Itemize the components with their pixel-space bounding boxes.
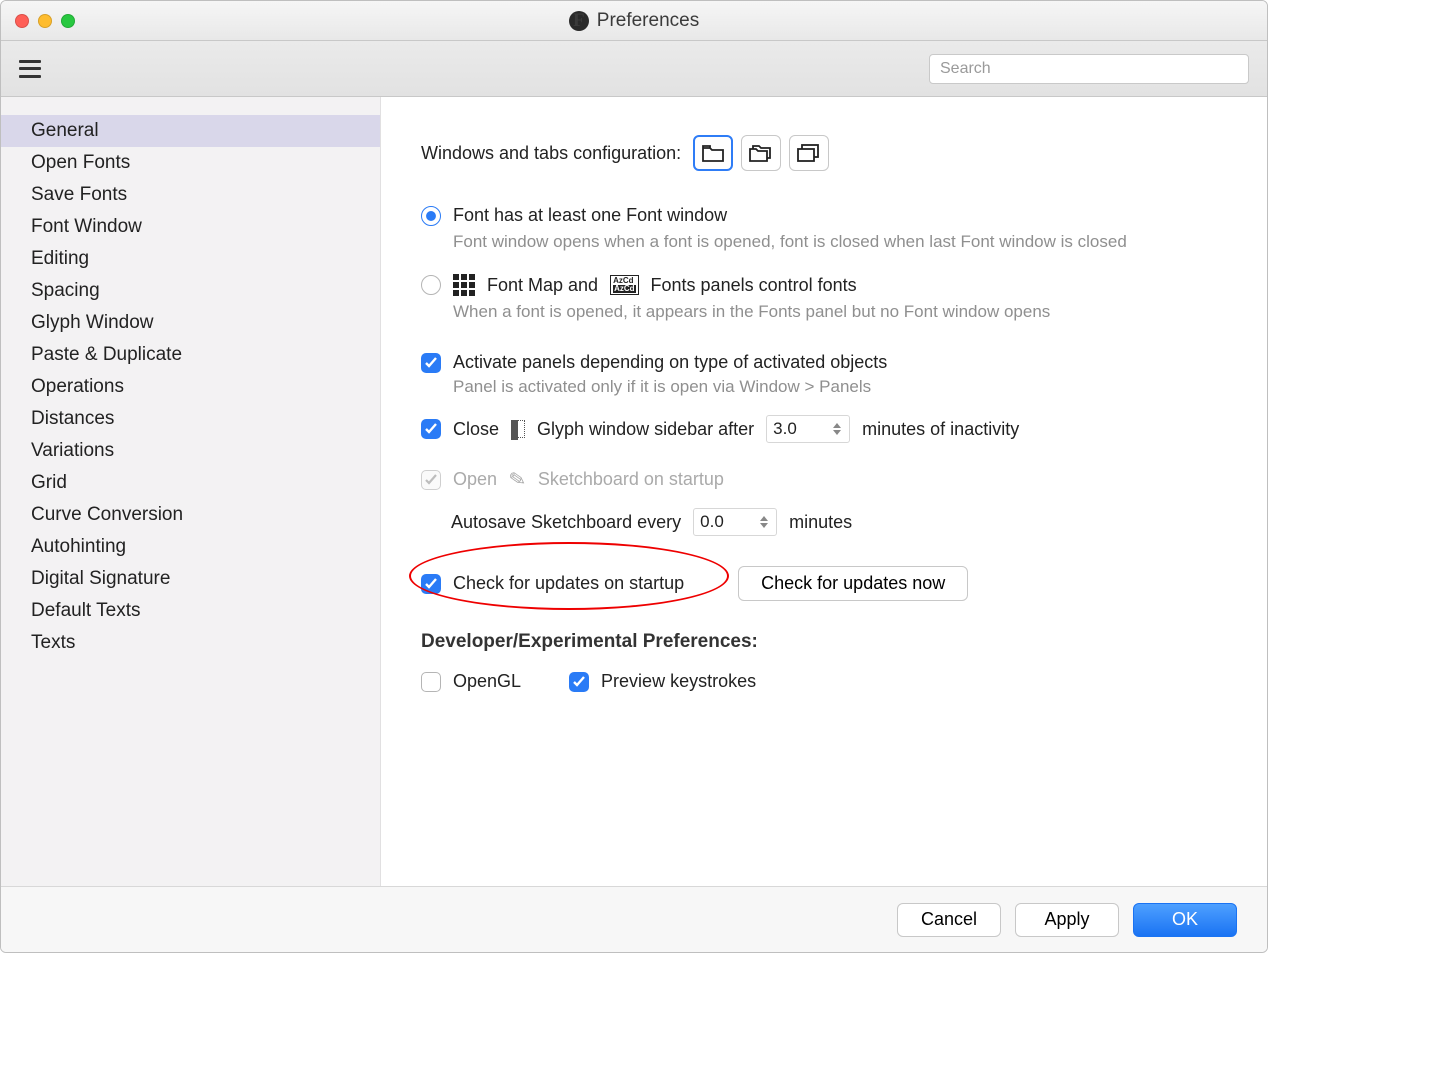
checkbox-open-sketchboard — [421, 470, 441, 490]
sidebar-item-curve-conversion[interactable]: Curve Conversion — [1, 499, 380, 531]
grid-icon — [453, 274, 475, 296]
open-sketchboard-post: Sketchboard on startup — [538, 469, 724, 490]
sidebar-item-distances[interactable]: Distances — [1, 403, 380, 435]
checkbox-check-updates-label: Check for updates on startup — [453, 573, 684, 594]
windows-icon — [797, 144, 821, 162]
folder-icon — [702, 144, 724, 162]
body: General Open Fonts Save Fonts Font Windo… — [1, 97, 1267, 886]
radio-font-window-label: Font has at least one Font window — [453, 205, 727, 226]
radio-fonts-panel[interactable] — [421, 275, 441, 295]
azcd-icon: AzCdAzCd — [610, 275, 638, 295]
sidebar: General Open Fonts Save Fonts Font Windo… — [1, 97, 381, 886]
stepper-icon[interactable] — [760, 511, 772, 533]
close-sidebar-post: minutes of inactivity — [862, 419, 1019, 440]
radio-font-window-desc: Font window opens when a font is opened,… — [453, 232, 1227, 252]
folders-icon — [749, 144, 773, 162]
pen-icon: ✎ — [507, 466, 528, 494]
autosave-pre: Autosave Sketchboard every — [451, 512, 681, 533]
menu-icon[interactable] — [19, 60, 41, 78]
windows-tabs-buttons — [693, 135, 829, 171]
app-icon: F — [569, 11, 589, 31]
radio-fonts-panel-desc: When a font is opened, it appears in the… — [453, 302, 1227, 322]
close-sidebar-mid: Glyph window sidebar after — [537, 419, 754, 440]
checkbox-activate-panels-label: Activate panels depending on type of act… — [453, 352, 887, 373]
radio-font-window[interactable] — [421, 206, 441, 226]
footer: Cancel Apply OK — [1, 886, 1267, 952]
check-updates-now-button[interactable]: Check for updates now — [738, 566, 968, 601]
autosave-post: minutes — [789, 512, 852, 533]
preferences-window: F Preferences General Open Fonts Save Fo… — [0, 0, 1268, 953]
sidebar-item-default-texts[interactable]: Default Texts — [1, 595, 380, 627]
sidebar-item-texts[interactable]: Texts — [1, 627, 380, 659]
sidebar-item-operations[interactable]: Operations — [1, 371, 380, 403]
sidebar-item-variations[interactable]: Variations — [1, 435, 380, 467]
checkbox-opengl-label: OpenGL — [453, 671, 521, 692]
radio-fonts-panel-label-a: Font Map and — [487, 275, 598, 296]
traffic-lights — [15, 14, 75, 28]
sidebar-item-glyph-window[interactable]: Glyph Window — [1, 307, 380, 339]
sidebar-item-spacing[interactable]: Spacing — [1, 275, 380, 307]
sidebar-item-open-fonts[interactable]: Open Fonts — [1, 147, 380, 179]
sidebar-item-digital-signature[interactable]: Digital Signature — [1, 563, 380, 595]
developer-preferences-header: Developer/Experimental Preferences: — [421, 631, 1227, 653]
sidebar-item-save-fonts[interactable]: Save Fonts — [1, 179, 380, 211]
sidebar-item-general[interactable]: General — [1, 115, 380, 147]
close-window-button[interactable] — [15, 14, 29, 28]
toolbar — [1, 41, 1267, 97]
checkbox-check-updates[interactable] — [421, 574, 441, 594]
windows-tabs-label: Windows and tabs configuration: — [421, 143, 681, 164]
autosave-minutes-value: 0.0 — [700, 512, 724, 532]
sidebar-item-paste-duplicate[interactable]: Paste & Duplicate — [1, 339, 380, 371]
checkbox-opengl[interactable] — [421, 672, 441, 692]
sidebar-item-grid[interactable]: Grid — [1, 467, 380, 499]
tab-mode-tabs-button[interactable] — [789, 135, 829, 171]
checkbox-activate-panels[interactable] — [421, 353, 441, 373]
close-sidebar-minutes-field[interactable]: 3.0 — [766, 415, 850, 443]
checkbox-close-sidebar[interactable] — [421, 419, 441, 439]
content-pane: Windows and tabs configuration: Font h — [381, 97, 1267, 886]
search-input[interactable] — [929, 54, 1249, 84]
checkbox-preview-keystrokes-label: Preview keystrokes — [601, 671, 756, 692]
checkbox-preview-keystrokes[interactable] — [569, 672, 589, 692]
tab-mode-multi-window-button[interactable] — [741, 135, 781, 171]
ok-button[interactable]: OK — [1133, 903, 1237, 937]
cancel-button[interactable]: Cancel — [897, 903, 1001, 937]
zoom-window-button[interactable] — [61, 14, 75, 28]
sidebar-icon — [511, 420, 525, 438]
tab-mode-single-window-button[interactable] — [693, 135, 733, 171]
radio-fonts-panel-label-b: Fonts panels control fonts — [651, 275, 857, 296]
titlebar: F Preferences — [1, 1, 1267, 41]
open-sketchboard-pre: Open — [453, 469, 497, 490]
checkbox-activate-panels-desc: Panel is activated only if it is open vi… — [453, 377, 1227, 397]
autosave-minutes-field[interactable]: 0.0 — [693, 508, 777, 536]
minimize-window-button[interactable] — [38, 14, 52, 28]
sidebar-item-font-window[interactable]: Font Window — [1, 211, 380, 243]
apply-button[interactable]: Apply — [1015, 903, 1119, 937]
close-sidebar-minutes-value: 3.0 — [773, 419, 797, 439]
stepper-icon[interactable] — [833, 418, 845, 440]
close-sidebar-pre: Close — [453, 419, 499, 440]
window-title: Preferences — [597, 10, 699, 32]
sidebar-item-autohinting[interactable]: Autohinting — [1, 531, 380, 563]
sidebar-item-editing[interactable]: Editing — [1, 243, 380, 275]
